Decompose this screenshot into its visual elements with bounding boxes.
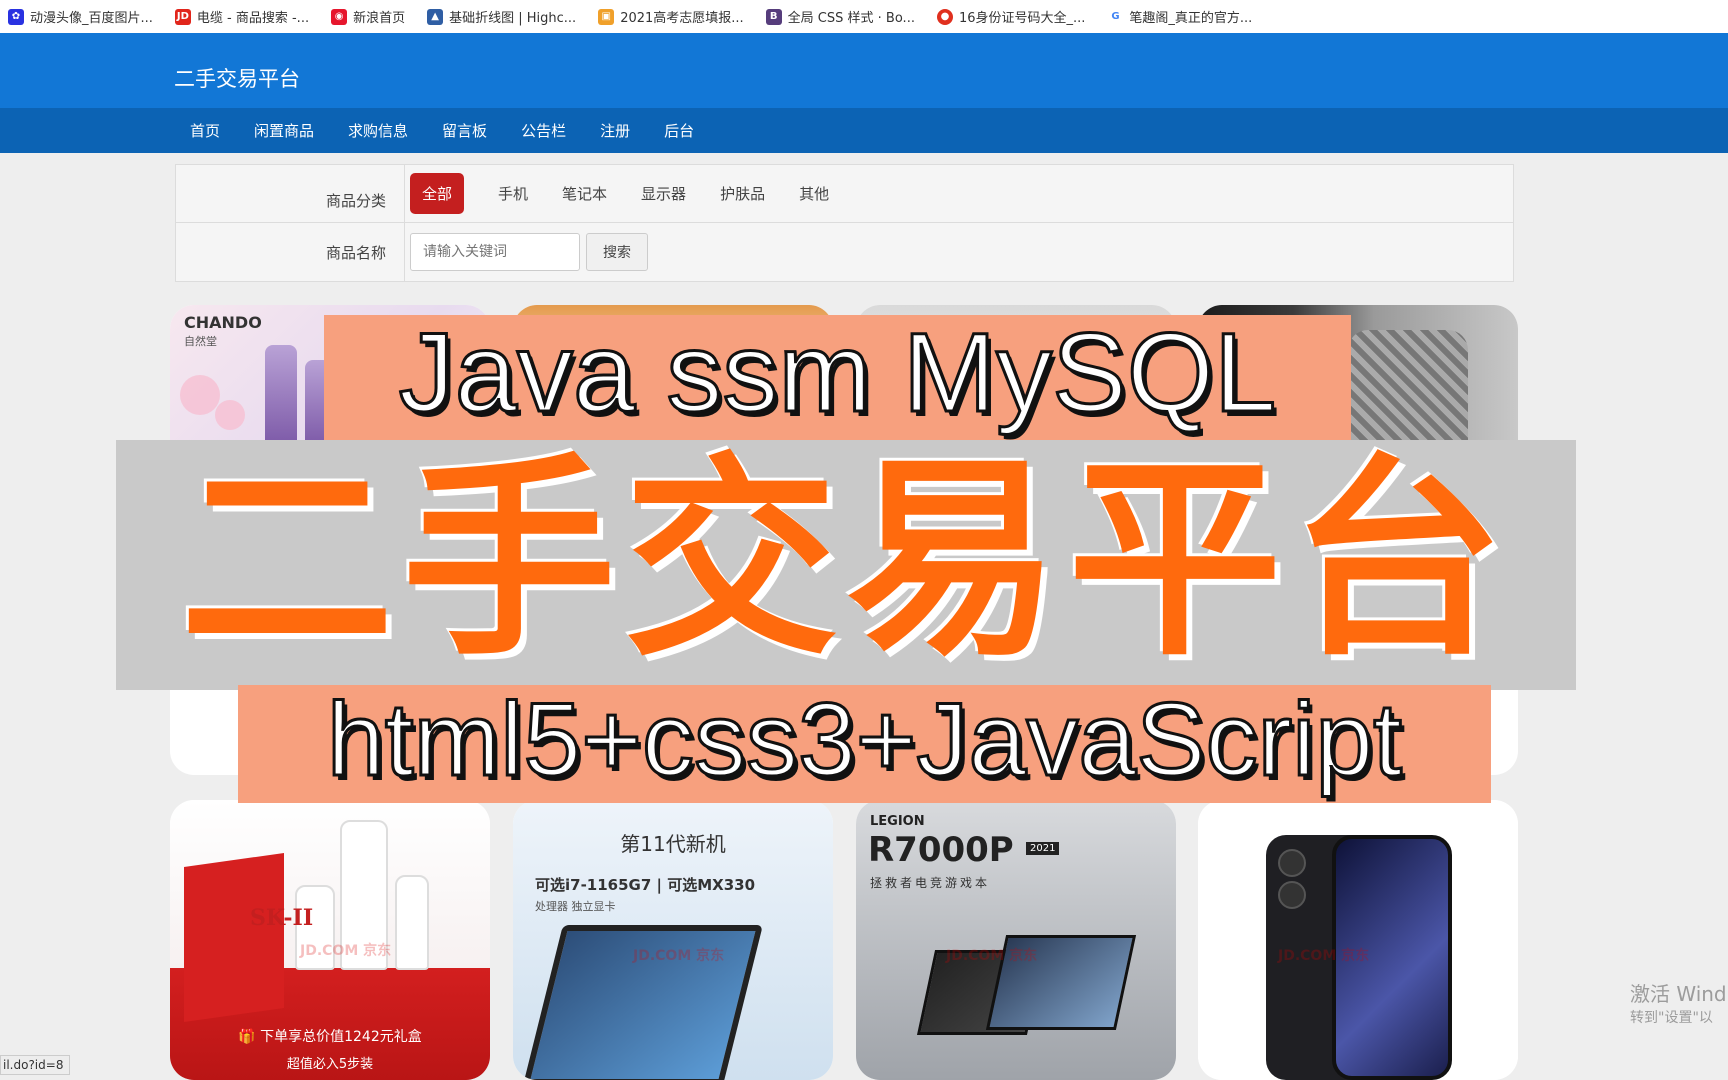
product-title: 第11代新机 xyxy=(620,832,726,856)
product-image: LEGION R7000P 2021 拯救者电竞游戏本 JD.COM 京东 xyxy=(856,800,1176,1080)
filter-panel: 商品分类 全部 手机 笔记本 显示器 护肤品 其他 商品名称 搜索 xyxy=(175,164,1514,282)
nav-wanted[interactable]: 求购信息 xyxy=(348,120,408,141)
category-row: 商品分类 全部 手机 笔记本 显示器 护肤品 其他 xyxy=(176,165,1513,223)
google-icon: G xyxy=(1107,8,1124,25)
name-label: 商品名称 xyxy=(325,243,386,262)
product-bottle xyxy=(395,875,429,970)
jd-watermark: JD.COM 京东 xyxy=(1278,948,1370,964)
product-image: JD.COM 京东 xyxy=(1198,800,1518,1080)
category-other[interactable]: 其他 xyxy=(799,183,829,204)
product-brand: LEGION xyxy=(870,814,925,829)
category-list: 全部 手机 笔记本 显示器 护肤品 其他 xyxy=(410,173,829,214)
bookmark-7[interactable]: G 笔趣阁_真正的官方... xyxy=(1107,7,1252,26)
plaid-jacket xyxy=(1348,330,1468,445)
product-subtitle: 拯救者电竞游戏本 xyxy=(870,876,991,890)
jd-watermark: JD.COM 京东 xyxy=(633,948,725,964)
product-brand: CHANDO xyxy=(184,313,262,332)
product-card-iphone[interactable]: JD.COM 京东 xyxy=(1198,800,1518,1080)
nav-announcements[interactable]: 公告栏 xyxy=(521,120,566,141)
category-laptop[interactable]: 笔记本 xyxy=(562,183,607,204)
product-image: SK-II JD.COM 京东 🎁 下单享总价值1242元礼盒 超值必入5步装 xyxy=(170,800,490,1080)
jd-watermark: JD.COM 京东 xyxy=(946,948,1038,964)
product-bottle xyxy=(265,345,297,445)
status-url: il.do?id=8 xyxy=(0,1055,70,1075)
nav-idle-goods[interactable]: 闲置商品 xyxy=(254,120,314,141)
search-button[interactable]: 搜索 xyxy=(586,233,648,271)
nav-admin[interactable]: 后台 xyxy=(664,120,694,141)
camera-lens xyxy=(1278,881,1306,909)
category-phone[interactable]: 手机 xyxy=(498,183,528,204)
jd-watermark: JD.COM 京东 xyxy=(300,943,392,959)
bookmark-label: 新浪首页 xyxy=(353,11,406,26)
red-circle-icon: ● xyxy=(936,8,953,25)
product-brand-sub: 自然堂 xyxy=(184,335,217,348)
product-promo: 🎁 下单享总价值1242元礼盒 xyxy=(238,1029,422,1045)
bookmark-4[interactable]: ▣ 2021高考志愿填报... xyxy=(598,7,744,26)
product-image: 第11代新机 可选i7-1165G7 | 可选MX330 处理器 独立显卡 JD… xyxy=(513,800,833,1080)
bookmark-label: 全局 CSS 样式 · Bo... xyxy=(787,11,915,26)
category-monitor[interactable]: 显示器 xyxy=(641,183,686,204)
bookmark-label: 笔趣阁_真正的官方... xyxy=(1129,11,1253,26)
category-label: 商品分类 xyxy=(325,192,386,210)
camera-lens xyxy=(1278,849,1306,877)
windows-activation-title: 激活 Wind xyxy=(1630,982,1727,1006)
bookmark-1[interactable]: JD 电缆 - 商品搜索 -... xyxy=(174,7,310,26)
bookmark-label: 电缆 - 商品搜索 -... xyxy=(196,11,310,26)
category-skincare[interactable]: 护肤品 xyxy=(720,183,765,204)
nav-home[interactable]: 首页 xyxy=(190,120,220,141)
site-brand[interactable]: 二手交易平台 xyxy=(174,63,300,93)
product-model: R7000P xyxy=(868,830,1014,870)
bookmark-label: 16身份证号码大全_... xyxy=(958,11,1086,26)
product-specs-sub: 处理器 独立显卡 xyxy=(535,900,616,913)
baidu-paw-icon: ✿ xyxy=(8,8,24,25)
blossom-decor xyxy=(180,375,220,415)
overlay-main-title: 二手交易平台 xyxy=(180,436,1512,685)
site-header: 二手交易平台 xyxy=(0,33,1728,108)
category-all[interactable]: 全部 xyxy=(410,173,465,214)
nav-register[interactable]: 注册 xyxy=(600,120,630,141)
product-card-laptop[interactable]: 第11代新机 可选i7-1165G7 | 可选MX330 处理器 独立显卡 JD… xyxy=(513,800,833,1080)
product-promo-sub: 超值必入5步装 xyxy=(286,1057,374,1072)
blossom-decor xyxy=(215,400,245,430)
bookmark-3[interactable]: ▲ 基础折线图 | Highc... xyxy=(427,7,576,26)
bookmark-6[interactable]: ● 16身份证号码大全_... xyxy=(936,7,1086,26)
bookmark-label: 2021高考志愿填报... xyxy=(620,11,744,26)
search-row: 商品名称 搜索 xyxy=(176,223,1513,281)
search-input[interactable] xyxy=(410,233,580,271)
product-card-skii[interactable]: SK-II JD.COM 京东 🎁 下单享总价值1242元礼盒 超值必入5步装 xyxy=(170,800,490,1080)
overlay-tech-stack: html5+css3+JavaScript xyxy=(325,681,1403,800)
nav-message-board[interactable]: 留言板 xyxy=(442,120,487,141)
bookmark-2[interactable]: ◉ 新浪首页 xyxy=(331,7,405,26)
windows-activation-hint: 转到"设置"以 xyxy=(1630,1010,1713,1026)
highcharts-icon: ▲ xyxy=(427,8,444,25)
product-specs: 可选i7-1165G7 | 可选MX330 xyxy=(535,876,756,894)
bookmarks-bar: ✿ 动漫头像_百度图片... JD 电缆 - 商品搜索 -... ◉ 新浪首页 ▲ 基础… xyxy=(0,0,1728,33)
folder-icon: ▣ xyxy=(598,8,615,25)
gift-box xyxy=(184,852,284,1023)
overlay-tech-title: Java ssm MySQL xyxy=(397,309,1278,437)
bookmark-label: 动漫头像_百度图片... xyxy=(30,11,153,26)
main-nav: 首页 闲置商品 求购信息 留言板 公告栏 注册 后台 xyxy=(0,108,1728,153)
bootstrap-icon: B xyxy=(765,8,782,25)
bookmark-0[interactable]: ✿ 动漫头像_百度图片... xyxy=(8,7,153,26)
jd-icon: JD xyxy=(174,8,191,25)
product-brand: SK-II xyxy=(250,905,314,931)
sina-eye-icon: ◉ xyxy=(331,8,348,25)
bookmark-label: 基础折线图 | Highc... xyxy=(449,11,577,26)
product-year-badge: 2021 xyxy=(1026,842,1060,855)
bookmark-5[interactable]: B 全局 CSS 样式 · Bo... xyxy=(765,7,915,26)
product-card-legion[interactable]: LEGION R7000P 2021 拯救者电竞游戏本 JD.COM 京东 xyxy=(856,800,1176,1080)
